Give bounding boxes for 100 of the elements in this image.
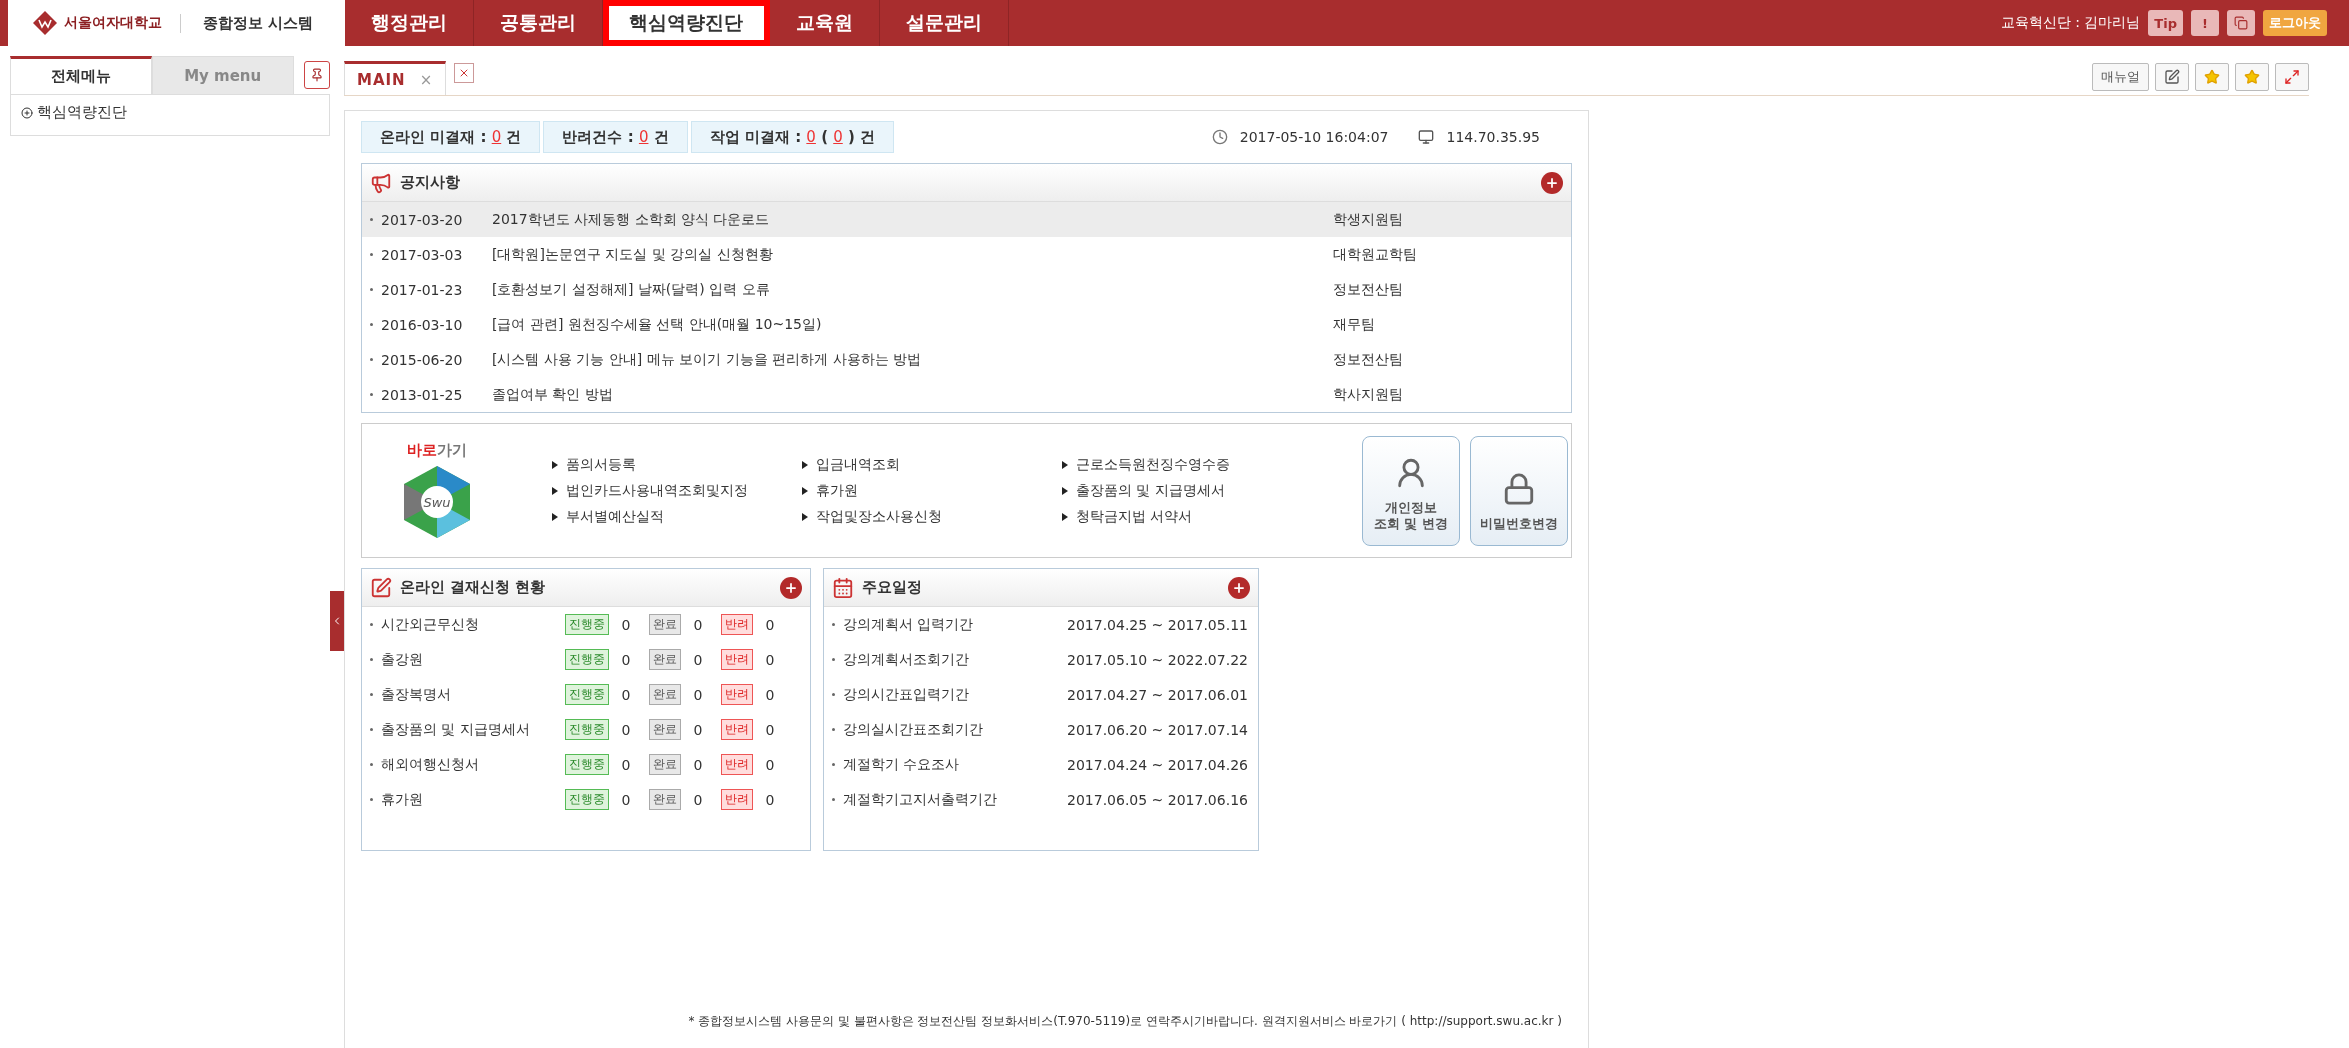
notice-team: 재무팀 (1333, 315, 1376, 334)
schedule-name[interactable]: 계절학기고지서출력기간 (843, 790, 997, 809)
bullet-icon (370, 728, 373, 731)
tip-button[interactable]: Tip (2148, 10, 2183, 36)
close-all-button[interactable] (454, 63, 475, 83)
status-badge: 진행중 (565, 649, 609, 670)
notice-row[interactable]: 2017-03-03 [대학원]논문연구 지도실 및 강의실 신청현황 대학원교학팀 (362, 237, 1571, 272)
status-count: 0 (764, 651, 776, 668)
triangle-bullet-icon (1062, 512, 1068, 521)
notice-row[interactable]: 2015-06-20 [시스템 사용 기능 안내] 메뉴 보이기 기능을 편리하게 사용하는 방법 정보전산팀 (362, 342, 1571, 377)
notice-row[interactable]: 2013-01-25 졸업여부 확인 방법 학사지원팀 (362, 377, 1571, 412)
notice-title[interactable]: [급여 관련] 원천징수세율 선택 안내(매월 10~15일) (492, 315, 1333, 334)
notice-title[interactable]: [시스템 사용 기능 안내] 메뉴 보이기 기능을 편리하게 사용하는 방법 (492, 350, 1333, 369)
approval-name[interactable]: 출강원 (381, 650, 423, 669)
status-count: 0 (620, 721, 632, 738)
pin-button[interactable] (303, 61, 330, 89)
status-badge: 반려 (721, 614, 753, 635)
support-link[interactable]: http://support.swu.ac.kr (1409, 1014, 1554, 1028)
quick-link[interactable]: 입금내역조회 (816, 455, 900, 474)
status-count: 0 (620, 651, 632, 668)
maximize-button[interactable] (2275, 63, 2309, 91)
schedule-name[interactable]: 강의계획서조회기간 (843, 650, 969, 669)
bullet-icon (832, 623, 835, 626)
notice-title[interactable]: 2017학년도 사제동행 소학회 양식 다운로드 (492, 210, 1333, 229)
profile-button[interactable]: 개인정보 조회 및 변경 (1362, 435, 1460, 546)
count-link[interactable]: 0 (638, 128, 649, 146)
pencil-note-icon (370, 576, 392, 599)
quick-links-title: 바로가기 (407, 441, 467, 460)
password-change-button[interactable]: 비밀번호변경 (1470, 435, 1568, 546)
status-count: 0 (620, 791, 632, 808)
notice-row[interactable]: 2017-01-23 [호환성보기 설정해제] 날짜(달력) 입력 오류 정보전산팀 (362, 272, 1571, 307)
bullet-icon (370, 393, 373, 396)
schedule-period: 2017.04.27 ~ 2017.06.01 (1067, 686, 1248, 703)
sidebar-tab[interactable]: 전체메뉴 (10, 56, 152, 94)
system-title: 종합정보 시스템 (180, 13, 314, 33)
quick-link[interactable]: 품의서등록 (566, 455, 636, 474)
window-button[interactable] (2227, 10, 2255, 36)
count-link[interactable]: 0 (833, 128, 843, 146)
menu-tab[interactable]: 행정관리 (345, 0, 474, 46)
bullet-icon (370, 763, 373, 766)
status-count: 0 (692, 686, 704, 703)
bullet-icon (832, 728, 835, 731)
triangle-bullet-icon (552, 460, 558, 469)
bullet-icon (370, 623, 373, 626)
menu-tab[interactable]: 교육원 (770, 0, 880, 46)
schedule-name[interactable]: 강의계획서 입력기간 (843, 615, 974, 634)
collapse-handle[interactable] (330, 591, 344, 651)
notice-title[interactable]: [호환성보기 설정해제] 날짜(달력) 입력 오류 (492, 280, 1333, 299)
status-label: 온라인 미결재 : (380, 127, 488, 147)
status-count: 0 (692, 651, 704, 668)
plus-icon (1232, 580, 1246, 595)
approval-name[interactable]: 해외여행신청서 (381, 755, 479, 774)
quick-link[interactable]: 출장품의 및 지급명세서 (1076, 481, 1225, 500)
menu-tab[interactable]: 설문관리 (880, 0, 1009, 46)
edit-button[interactable] (2155, 63, 2189, 91)
notice-row[interactable]: 2016-03-10 [급여 관련] 원천징수세율 선택 안내(매월 10~15일) 재무팀 (362, 307, 1571, 342)
more-button[interactable] (780, 576, 802, 599)
alert-button[interactable]: ! (2191, 10, 2219, 36)
approval-name[interactable]: 출장복명서 (381, 685, 451, 704)
notice-title[interactable]: [대학원]논문연구 지도실 및 강의실 신청현황 (492, 245, 1333, 264)
triangle-bullet-icon (552, 486, 558, 495)
page-tab[interactable]: MAIN × (344, 61, 447, 95)
more-button[interactable] (1541, 171, 1563, 194)
status-badge: 반려 (721, 789, 753, 810)
quick-link[interactable]: 휴가원 (816, 481, 858, 500)
panel-title: 주요일정 (862, 578, 922, 597)
quick-link[interactable]: 청탁금지법 서약서 (1076, 507, 1193, 526)
count-link[interactable]: 0 (491, 128, 502, 146)
manual-button[interactable]: 매뉴얼 (2092, 63, 2149, 91)
menu-tab[interactable]: 핵심역량진단 (603, 0, 770, 46)
schedule-name[interactable]: 계절학기 수요조사 (843, 755, 960, 774)
status-count: 0 (764, 791, 776, 808)
schedule-period: 2017.06.20 ~ 2017.07.14 (1067, 721, 1248, 738)
notice-title[interactable]: 졸업여부 확인 방법 (492, 385, 1333, 404)
status-badge: 반려 (721, 754, 753, 775)
status-label: 건 (505, 127, 522, 147)
star-plus-icon (2204, 69, 2220, 85)
quick-link[interactable]: 작업및장소사용신청 (816, 507, 942, 526)
quick-link[interactable]: 법인카드사용내역조회및지정 (566, 481, 748, 500)
count-link[interactable]: 0 (806, 128, 816, 146)
tree-item[interactable]: 핵심역량진단 (21, 103, 127, 122)
panel-title: 온라인 결재신청 현황 (400, 578, 546, 597)
approval-name[interactable]: 출장품의 및 지급명세서 (381, 720, 530, 739)
schedule-name[interactable]: 강의시간표입력기간 (843, 685, 969, 704)
lock-icon (1502, 472, 1536, 507)
status-count: 0 (764, 721, 776, 738)
more-button[interactable] (1228, 576, 1250, 599)
status-label: 작업 미결재 : (709, 127, 803, 147)
approval-name[interactable]: 휴가원 (381, 790, 423, 809)
status-badge: 반려 (721, 684, 753, 705)
approval-name[interactable]: 시간외근무신청 (381, 615, 479, 634)
quick-link[interactable]: 근로소득원천징수영수증 (1076, 455, 1230, 474)
status-count: 0 (692, 616, 704, 633)
notice-date: 2013-01-25 (381, 386, 463, 403)
quick-link[interactable]: 부서별예산실적 (566, 507, 664, 526)
bullet-icon (370, 358, 373, 361)
schedule-name[interactable]: 강의실시간표조회기간 (843, 720, 983, 739)
notice-row[interactable]: 2017-03-20 2017학년도 사제동행 소학회 양식 다운로드 학생지원팀 (362, 202, 1571, 237)
bullet-icon (370, 218, 373, 221)
notice-team: 학사지원팀 (1333, 385, 1404, 404)
